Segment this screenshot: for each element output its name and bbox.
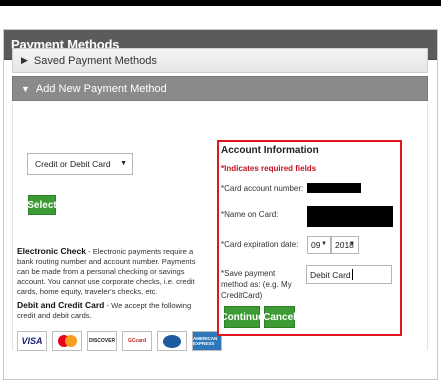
continue-button[interactable]: Continue <box>220 306 264 328</box>
card-info: Debit and Credit Card - We accept the fo… <box>17 300 202 321</box>
account-information-title: Account Information <box>221 145 319 156</box>
expiration-month-value: 09 <box>311 240 321 250</box>
add-new-payment-method-toggle[interactable]: ▼ Add New Payment Method <box>12 76 428 101</box>
chevron-down-icon: ▼ <box>120 160 127 167</box>
card-number-input[interactable] <box>307 183 361 193</box>
discover-logo: DISCOVER <box>87 331 117 351</box>
triangle-right-icon: ▶ <box>21 55 28 65</box>
payment-type-value: Credit or Debit Card <box>35 159 111 169</box>
gccard-logo: GCcard <box>122 331 152 351</box>
visa-logo: VISA <box>17 331 47 351</box>
expiration-date-label: *Card expiration date: <box>221 240 299 249</box>
triangle-down-icon: ▼ <box>21 83 30 94</box>
card-info-title: Debit and Credit Card <box>17 300 105 310</box>
chevron-down-icon: ▼ <box>349 241 355 247</box>
diners-club-mark <box>163 334 181 348</box>
mastercard-logo <box>52 331 82 351</box>
payment-type-select[interactable]: Credit or Debit Card ▼ <box>27 153 133 175</box>
save-as-value: Debit Card <box>310 269 351 280</box>
mastercard-orange-circle <box>64 335 77 347</box>
text-caret <box>351 269 353 280</box>
top-rule <box>0 0 441 6</box>
select-button[interactable]: Select <box>27 195 57 215</box>
card-logos: VISA DISCOVER GCcard AMERICAN EXPRESS <box>17 331 222 351</box>
add-new-payment-method-label: Add New Payment Method <box>35 82 167 95</box>
saved-payment-methods-toggle[interactable]: ▶ Saved Payment Methods <box>12 48 428 73</box>
cancel-button[interactable]: Cancel <box>263 306 296 328</box>
electronic-check-title: Electronic Check <box>17 246 86 256</box>
expiration-year-select[interactable]: 2018 ▼ <box>331 236 359 254</box>
name-on-card-input[interactable] <box>307 206 393 227</box>
required-fields-note: *Indicates required fields <box>221 164 317 173</box>
save-as-label: *Save payment method as: (e.g. My Credit… <box>221 269 292 300</box>
save-as-input[interactable]: Debit Card <box>306 265 392 284</box>
name-on-card-label: *Name on Card: <box>221 210 279 219</box>
diners-club-logo <box>157 331 187 351</box>
expiration-month-select[interactable]: 09 ▼ <box>307 236 331 254</box>
chevron-down-icon: ▼ <box>321 241 327 247</box>
saved-payment-methods-label: Saved Payment Methods <box>33 54 157 67</box>
card-number-label: *Card account number: <box>221 184 304 193</box>
electronic-check-info: Electronic Check - Electronic payments r… <box>17 246 202 297</box>
